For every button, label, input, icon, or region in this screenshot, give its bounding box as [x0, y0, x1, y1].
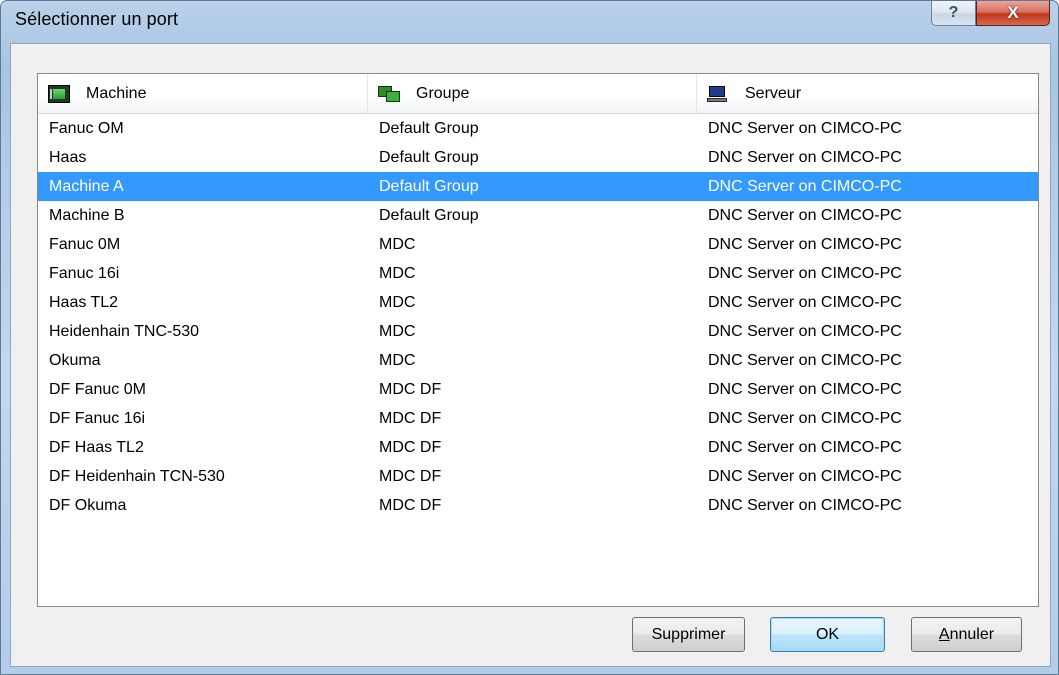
cell-server: DNC Server on CIMCO-PC: [708, 149, 902, 166]
dialog-window: Sélectionner un port ? X Machine Groupe …: [0, 0, 1059, 675]
cell-machine: DF Haas TL2: [49, 439, 144, 456]
cancel-button-label: nnuler: [949, 625, 995, 643]
cell-group: MDC: [379, 265, 416, 282]
cell-machine: Machine B: [49, 207, 125, 224]
window-title: Sélectionner un port: [15, 9, 179, 29]
cell-server: DNC Server on CIMCO-PC: [708, 120, 902, 137]
table-row[interactable]: Machine B Default Group DNC Server on CIMC…: [38, 201, 1038, 230]
table-row[interactable]: Fanuc 0M MDC DNC Server on CIMCO-PC: [38, 230, 1038, 259]
cancel-button-mnemonic: A: [938, 625, 950, 643]
cell-machine: DF Heidenhain TCN-530: [49, 468, 225, 485]
cell-server: DNC Server on CIMCO-PC: [708, 381, 902, 398]
cell-group: Default Group: [379, 178, 479, 195]
cell-server: DNC Server on CIMCO-PC: [708, 439, 902, 456]
cell-machine: Fanuc OM: [49, 120, 124, 137]
cell-group: MDC: [379, 323, 416, 340]
table-row[interactable]: DF Haas TL2 MDC DF DNC Server on CIMCO-PC: [38, 433, 1038, 462]
server-icon: [707, 85, 729, 103]
cell-server: DNC Server on CIMCO-PC: [708, 352, 902, 369]
cell-group: MDC DF: [379, 439, 442, 456]
ok-button-label: OK: [815, 625, 840, 643]
table-row[interactable]: Heidenhain TNC-530 MDC DNC Server on CIMCO…: [38, 317, 1038, 346]
column-header-machine[interactable]: Machine: [38, 74, 368, 113]
list-header: Machine Groupe Serveur: [38, 74, 1038, 114]
cell-machine: Heidenhain TNC-530: [49, 323, 200, 340]
column-header-label: Machine: [86, 84, 147, 102]
cell-group: MDC: [379, 352, 416, 369]
close-icon: X: [1007, 3, 1019, 22]
cell-server: DNC Server on CIMCO-PC: [708, 207, 902, 224]
table-row[interactable]: Fanuc OM Default Group DNC Server on CIMCO…: [38, 114, 1038, 143]
dialog-body: Machine Groupe Serveur Fanuc OM Default G…: [10, 43, 1051, 667]
cell-group: MDC: [379, 294, 416, 311]
table-row[interactable]: DF Heidenhain TCN-530 MDC DF DNC Server on…: [38, 462, 1038, 491]
cell-machine: Machine A: [49, 178, 124, 195]
close-button[interactable]: X: [976, 1, 1050, 26]
cell-group: MDC DF: [379, 410, 442, 427]
machine-icon: [48, 84, 70, 103]
cell-server: DNC Server on CIMCO-PC: [708, 294, 902, 311]
list-rows: Fanuc OM Default Group DNC Server on CIMCO…: [38, 114, 1038, 520]
column-header-label: Serveur: [745, 84, 802, 102]
table-row[interactable]: Machine A Default Group DNC Server on CIMC…: [38, 172, 1038, 201]
cell-machine: DF Okuma: [49, 497, 127, 514]
help-icon: ?: [948, 4, 959, 21]
cancel-button[interactable]: Annuler: [911, 617, 1022, 652]
cell-server: DNC Server on CIMCO-PC: [708, 178, 902, 195]
table-row[interactable]: Okuma MDC DNC Server on CIMCO-PC: [38, 346, 1038, 375]
cell-group: MDC DF: [379, 468, 442, 485]
cell-server: DNC Server on CIMCO-PC: [708, 497, 902, 514]
table-row[interactable]: Fanuc 16i MDC DNC Server on CIMCO-PC: [38, 259, 1038, 288]
table-row[interactable]: Haas Default Group DNC Server on CIMCO-PC: [38, 143, 1038, 172]
cell-machine: Okuma: [49, 352, 101, 369]
cell-server: DNC Server on CIMCO-PC: [708, 323, 902, 340]
group-icon: [378, 85, 400, 103]
help-button[interactable]: ?: [931, 1, 976, 26]
cell-server: DNC Server on CIMCO-PC: [708, 468, 902, 485]
column-header-server[interactable]: Serveur: [697, 74, 1038, 113]
title-bar[interactable]: Sélectionner un port ? X: [1, 1, 1058, 41]
ok-button[interactable]: OK: [770, 617, 885, 652]
cell-server: DNC Server on CIMCO-PC: [708, 236, 902, 253]
table-row[interactable]: DF Fanuc 16i MDC DF DNC Server on CIMCO-PC: [38, 404, 1038, 433]
cell-group: Default Group: [379, 149, 479, 166]
cell-group: MDC DF: [379, 381, 442, 398]
table-row[interactable]: DF Fanuc 0M MDC DF DNC Server on CIMCO-PC: [38, 375, 1038, 404]
delete-button[interactable]: Supprimer: [632, 617, 745, 652]
cell-server: DNC Server on CIMCO-PC: [708, 265, 902, 282]
cell-server: DNC Server on CIMCO-PC: [708, 410, 902, 427]
cell-machine: DF Fanuc 16i: [49, 410, 146, 427]
cell-machine: Fanuc 16i: [49, 265, 120, 282]
column-header-group[interactable]: Groupe: [368, 74, 697, 113]
port-list[interactable]: Machine Groupe Serveur Fanuc OM Default G…: [37, 73, 1039, 607]
table-row[interactable]: Haas TL2 MDC DNC Server on CIMCO-PC: [38, 288, 1038, 317]
cell-machine: Haas TL2: [49, 294, 119, 311]
cell-group: Default Group: [379, 207, 479, 224]
cell-machine: Haas: [49, 149, 87, 166]
table-row[interactable]: DF Okuma MDC DF DNC Server on CIMCO-PC: [38, 491, 1038, 520]
cell-group: Default Group: [379, 120, 479, 137]
cell-machine: Fanuc 0M: [49, 236, 121, 253]
cell-group: MDC DF: [379, 497, 442, 514]
column-header-label: Groupe: [416, 84, 470, 102]
cell-group: MDC: [379, 236, 416, 253]
delete-button-label: Supprimer: [651, 625, 726, 643]
cell-machine: DF Fanuc 0M: [49, 381, 146, 398]
